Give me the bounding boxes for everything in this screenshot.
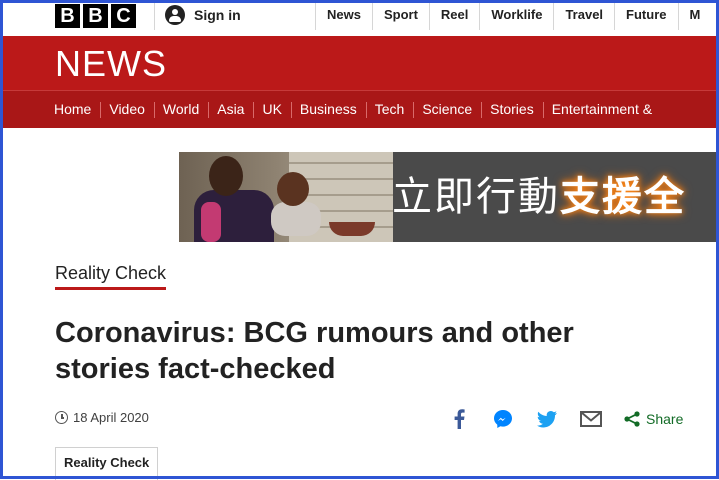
- nav-science[interactable]: Science: [413, 91, 481, 128]
- user-icon: [165, 5, 185, 25]
- messenger-icon: [494, 410, 512, 428]
- logo-letter: C: [111, 4, 136, 28]
- sign-in-label: Sign in: [194, 7, 241, 23]
- bbc-logo[interactable]: B B C: [55, 4, 136, 28]
- email-icon: [580, 411, 602, 427]
- top-nav-travel[interactable]: Travel: [553, 0, 614, 30]
- share-label: Share: [646, 411, 684, 427]
- article-headline: Coronavirus: BCG rumours and other stori…: [55, 317, 574, 385]
- news-banner: NEWS: [0, 36, 719, 90]
- nav-video[interactable]: Video: [100, 91, 154, 128]
- nav-uk[interactable]: UK: [253, 91, 290, 128]
- nav-world[interactable]: World: [153, 91, 208, 128]
- facebook-icon: [454, 409, 465, 429]
- email-share-button[interactable]: [580, 408, 602, 430]
- logo-letter: B: [83, 4, 108, 28]
- nav-stories[interactable]: Stories: [481, 91, 543, 128]
- nav-entertainment[interactable]: Entertainment &: [542, 91, 661, 128]
- date-text: 18 April 2020: [73, 410, 149, 425]
- ad-text-plain: 立即行動: [392, 174, 560, 220]
- share-icon: [624, 411, 640, 427]
- top-nav: News Sport Reel Worklife Travel Future M: [315, 0, 711, 30]
- section-nav: Home Video World Asia UK Business Tech S…: [0, 90, 719, 128]
- top-nav-sport[interactable]: Sport: [371, 0, 429, 30]
- twitter-share-button[interactable]: [536, 408, 558, 430]
- top-bar: B B C Sign in News Sport Reel Worklife T…: [0, 0, 719, 37]
- top-nav-worklife[interactable]: Worklife: [479, 0, 553, 30]
- news-title-link[interactable]: NEWS: [55, 44, 167, 84]
- facebook-share-button[interactable]: [448, 408, 470, 430]
- logo-letter: B: [55, 4, 80, 28]
- nav-tech[interactable]: Tech: [365, 91, 414, 128]
- messenger-share-button[interactable]: [492, 408, 514, 430]
- share-button[interactable]: Share: [624, 411, 683, 427]
- advertisement-banner[interactable]: 立即行動支援全: [179, 152, 719, 242]
- nav-home[interactable]: Home: [45, 91, 100, 128]
- top-nav-news[interactable]: News: [315, 0, 372, 30]
- topic-tag[interactable]: Reality Check: [55, 447, 159, 480]
- top-nav-more[interactable]: M: [677, 0, 712, 30]
- top-nav-reel[interactable]: Reel: [428, 0, 479, 30]
- clock-icon: [55, 411, 68, 424]
- nav-asia[interactable]: Asia: [208, 91, 253, 128]
- twitter-icon: [537, 410, 557, 427]
- ad-text-highlight: 支援全: [560, 174, 686, 220]
- ad-text: 立即行動支援全: [392, 173, 686, 221]
- sign-in-link[interactable]: Sign in: [154, 0, 241, 30]
- nav-business[interactable]: Business: [290, 91, 366, 128]
- ad-photo: [179, 152, 393, 242]
- article-date: 18 April 2020: [55, 410, 149, 425]
- top-nav-future[interactable]: Future: [614, 0, 677, 30]
- share-tools: Share: [448, 408, 683, 430]
- section-link-reality-check[interactable]: Reality Check: [55, 263, 167, 290]
